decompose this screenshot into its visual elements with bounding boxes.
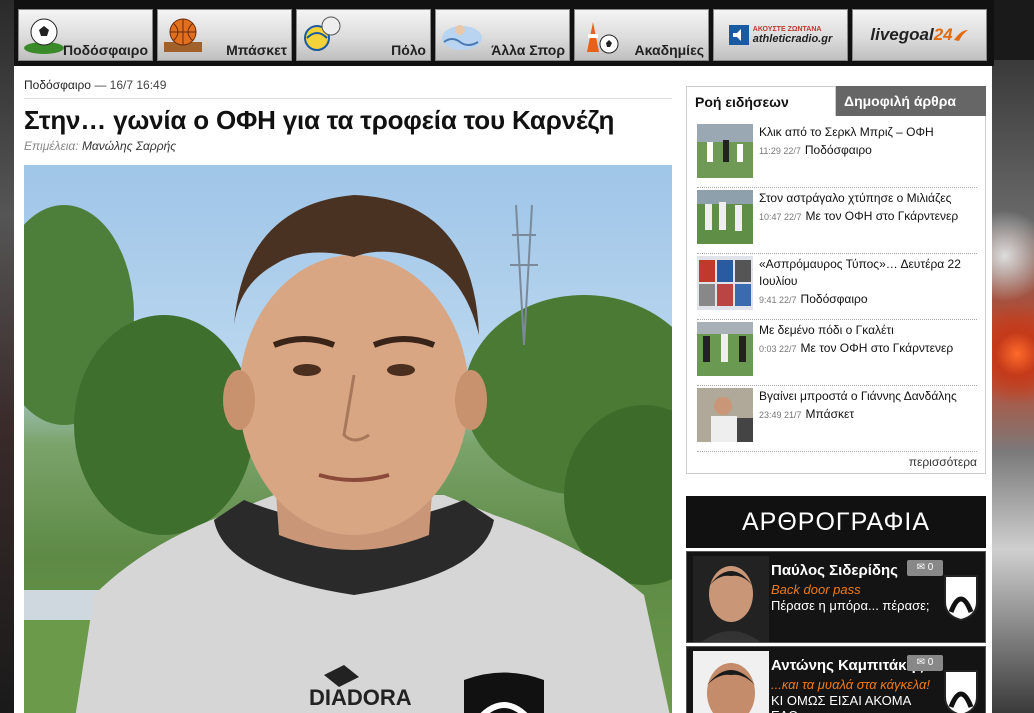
news-category[interactable]: Με τον ΟΦΗ στο Γκάρντενερ [806, 209, 959, 223]
club-crest-icon [944, 575, 978, 622]
news-category[interactable]: Ποδόσφαιρο [805, 143, 872, 157]
news-thumbnail [697, 388, 753, 442]
tab-news-feed[interactable]: Ροή ειδήσεων [686, 86, 836, 116]
nav-item-label: Πόλο [391, 42, 426, 58]
news-item[interactable]: Βγαίνει μπροστά ο Γιάννης Δανδάλης 23:49… [697, 386, 977, 452]
swoosh-icon [953, 30, 968, 41]
author-column: ...και τα μυαλά στα κάγκελα! [771, 677, 930, 692]
editor-name: Μανώλης Σαρρής [81, 139, 177, 153]
radio-banner-top: ΑΚΟΥΣΤΕ ΖΩΝΤΑΝΑ [752, 25, 822, 33]
nav-item-other-sports[interactable]: Άλλα Σπορ [435, 9, 570, 61]
comment-count-badge[interactable]: ✉ 0 [907, 560, 943, 576]
news-time: 23:49 21/7 [759, 410, 802, 420]
news-time: 11:29 22/7 [759, 146, 801, 156]
opinion-section: ΑΡΘΡΟΓΡΑΦΙΑ Παύλος Σιδερίδης Back door p… [686, 496, 986, 713]
nav-item-polo[interactable]: Πόλο [296, 9, 431, 61]
club-crest-icon [944, 670, 978, 713]
svg-text:DIADORA: DIADORA [309, 685, 412, 710]
comment-count: 0 [927, 562, 934, 573]
news-thumbnail [697, 190, 753, 244]
nav-item-academies[interactable]: Ακαδημίες [574, 9, 709, 61]
author-snippet: ΚΙ ΟΜΩΣ ΕΙΣΑΙ ΑΚΟΜΑ ΕΔΩ [771, 693, 911, 713]
article-date: — 16/7 16:49 [94, 78, 167, 92]
author-photo [693, 556, 769, 642]
author-name: Αντώνης Καμπιτάκης [771, 657, 924, 674]
opinion-author-card[interactable]: Αντώνης Καμπιτάκης ...και τα μυαλά στα κ… [686, 646, 986, 713]
article: Ποδόσφαιρο — 16/7 16:49 Στην… γωνία ο ΟΦ… [24, 78, 672, 713]
water-polo-ball-icon [304, 16, 341, 51]
comment-count-badge[interactable]: ✉ 0 [907, 655, 943, 671]
opinion-header: ΑΡΘΡΟΓΡΑΦΙΑ [686, 496, 986, 548]
news-category[interactable]: Με τον ΟΦΗ στο Γκάρντενερ [801, 341, 954, 355]
nav-item-label: Ακαδημίες [634, 42, 704, 58]
news-list: Κλικ από το Σερκλ Μπριζ – ΟΦΗ 11:29 22/7… [686, 116, 986, 474]
radio-banner-name: athleticradio.gr [752, 32, 833, 45]
news-item[interactable]: Με δεμένο πόδι ο Γκαλέτι 0:03 22/7 Με τον… [697, 320, 977, 386]
content-area: Ποδόσφαιρο — 16/7 16:49 Στην… γωνία ο ΟΦ… [14, 66, 992, 713]
news-thumbnail [697, 256, 753, 310]
news-title[interactable]: Στον αστράγαλο χτύπησε ο Μιλιάζες [759, 190, 958, 207]
nav-item-label: Ποδόσφαιρο [62, 42, 148, 58]
player-portrait-photo: DIADORA [24, 195, 672, 713]
nav-item-label: Μπάσκετ [226, 42, 287, 58]
training-cones-icon [587, 22, 619, 54]
news-category[interactable]: Ποδόσφαιρο [801, 292, 868, 306]
news-title[interactable]: «Ασπρόμαυρος Τύπος»… Δευτέρα 22 Ιουλίου [759, 256, 977, 290]
article-title: Στην… γωνία ο ΟΦΗ για τα τροφεία του Καρ… [24, 105, 615, 135]
sidebar: Ροή ειδήσεων Δημοφιλή άρθρα Κλικ από το … [686, 86, 986, 713]
opinion-header-text: ΑΡΘΡΟΓΡΑΦΙΑ [741, 508, 931, 536]
basketball-icon [164, 18, 202, 52]
more-news-link[interactable]: περισσότερα [697, 452, 977, 469]
news-time: 9:41 22/7 [759, 295, 797, 305]
news-item[interactable]: «Ασπρόμαυρος Τύπος»… Δευτέρα 22 Ιουλίου … [697, 254, 977, 320]
tab-popular-articles[interactable]: Δημοφιλή άρθρα [836, 86, 986, 116]
news-time: 0:03 22/7 [759, 344, 797, 354]
author-name: Παύλος Σιδερίδης [771, 562, 898, 579]
nav-item-soccer[interactable]: Ποδόσφαιρο [18, 9, 153, 61]
article-category-link[interactable]: Ποδόσφαιρο [24, 78, 91, 92]
author-snippet: Πέρασε η μπόρα... πέρασε; [771, 598, 930, 613]
article-meta: Ποδόσφαιρο — 16/7 16:49 [24, 78, 672, 99]
news-item[interactable]: Κλικ από το Σερκλ Μπριζ – ΟΦΗ 11:29 22/7… [697, 122, 977, 188]
article-photo: DIADORA [24, 165, 672, 713]
background-crowd-right [992, 60, 1034, 713]
author-column: Back door pass [771, 582, 861, 597]
livegoal-logo-number: 24 [933, 25, 953, 44]
soccer-ball-icon [24, 18, 64, 54]
news-title[interactable]: Βγαίνει μπροστά ο Γιάννης Δανδάλης [759, 388, 957, 405]
nav-item-basketball[interactable]: Μπάσκετ [157, 9, 292, 61]
livegoal-logo-text: livegoal [870, 25, 934, 44]
author-photo [693, 651, 769, 713]
article-editor: Επιμέλεια: Μανώλης Σαρρής [24, 139, 672, 153]
news-category[interactable]: Μπάσκετ [806, 407, 855, 421]
livegoal24-banner[interactable]: livegoal 24 [852, 9, 987, 61]
news-tabs: Ροή ειδήσεων Δημοφιλή άρθρα [686, 86, 986, 116]
comment-icon: ✉ [916, 657, 928, 668]
news-title[interactable]: Κλικ από το Σερκλ Μπριζ – ΟΦΗ [759, 124, 934, 141]
news-time: 10:47 22/7 [759, 212, 802, 222]
news-thumbnail [697, 124, 753, 178]
news-title[interactable]: Με δεμένο πόδι ο Γκαλέτι [759, 322, 953, 339]
athleticradio-banner[interactable]: ΑΚΟΥΣΤΕ ΖΩΝΤΑΝΑ athleticradio.gr [713, 9, 848, 61]
news-thumbnail [697, 322, 753, 376]
opinion-author-card[interactable]: Παύλος Σιδερίδης Back door pass Πέρασε η… [686, 551, 986, 643]
background-crowd-left [0, 0, 14, 713]
top-navigation: Ποδόσφαιρο Μπάσκετ Πόλο Άλλα Σπορ Ακαδημ… [14, 0, 994, 66]
nav-item-label: Άλλα Σπορ [491, 42, 565, 58]
swimmer-icon [442, 25, 482, 50]
comment-icon: ✉ [916, 562, 928, 573]
speaker-icon [728, 25, 749, 45]
comment-count: 0 [927, 657, 934, 668]
editor-label: Επιμέλεια: [24, 139, 79, 153]
news-item[interactable]: Στον αστράγαλο χτύπησε ο Μιλιάζες 10:47 … [697, 188, 977, 254]
